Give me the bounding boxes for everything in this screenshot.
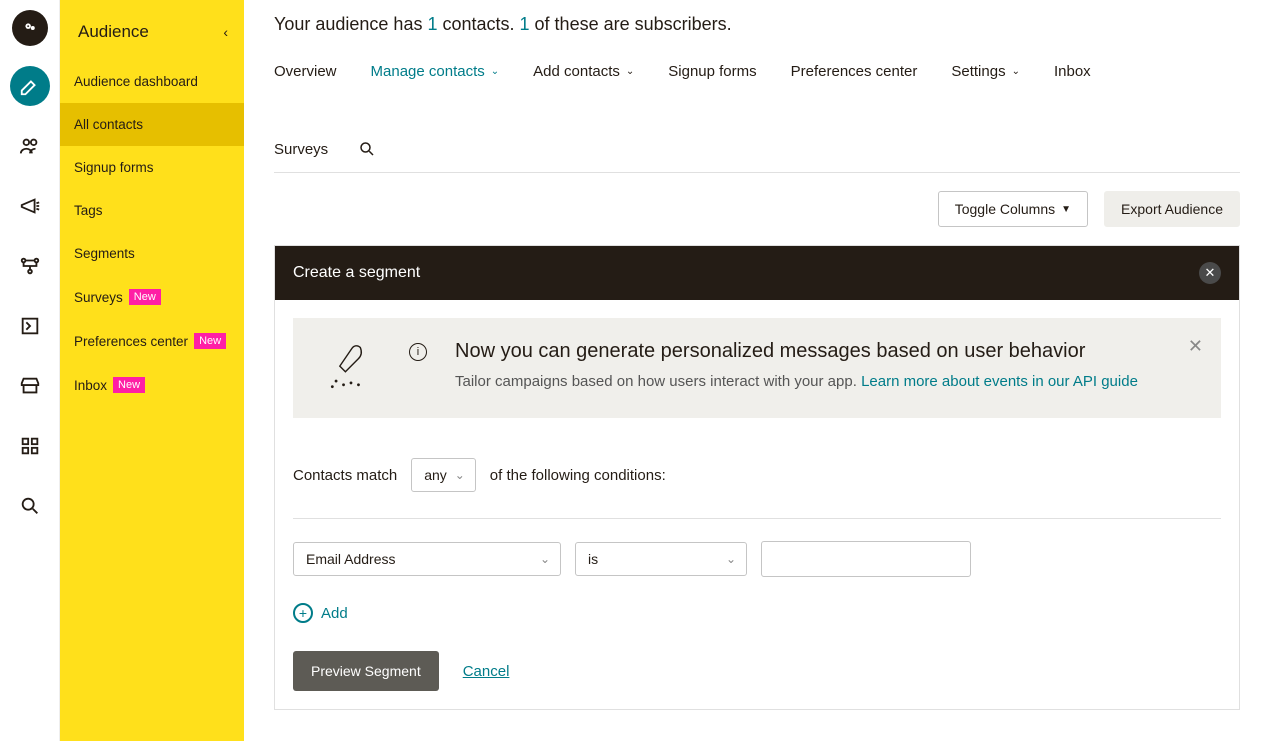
contacts-count: 1 bbox=[427, 14, 437, 34]
sidebar-item-label: All contacts bbox=[74, 117, 143, 132]
tab-search[interactable] bbox=[358, 130, 376, 172]
preview-segment-button[interactable]: Preview Segment bbox=[293, 651, 439, 691]
events-info-card: i Now you can generate personalized mess… bbox=[293, 318, 1221, 418]
chevron-down-icon: ▼ bbox=[1061, 204, 1071, 215]
divider bbox=[293, 518, 1221, 519]
nav-audience[interactable] bbox=[10, 126, 50, 166]
nav-create[interactable] bbox=[10, 66, 50, 106]
sidebar-item-preferences-center[interactable]: Preferences center New bbox=[60, 319, 244, 363]
search-icon bbox=[358, 140, 376, 158]
audience-headline: Your audience has 1 contacts. 1 of these… bbox=[274, 14, 1240, 35]
tab-signup-forms[interactable]: Signup forms bbox=[668, 53, 756, 94]
mailchimp-logo-icon bbox=[19, 17, 41, 39]
learn-more-link[interactable]: Learn more about events in our API guide bbox=[861, 373, 1138, 390]
sidebar-item-label: Signup forms bbox=[74, 160, 154, 175]
sidebar-item-tags[interactable]: Tags bbox=[60, 189, 244, 232]
sidebar-item-all-contacts[interactable]: All contacts bbox=[60, 103, 244, 146]
sidebar-item-segments[interactable]: Segments bbox=[60, 232, 244, 275]
sidebar-item-inbox[interactable]: Inbox New bbox=[60, 363, 244, 407]
chevron-down-icon: ⌄ bbox=[626, 66, 634, 77]
plus-icon: + bbox=[293, 603, 313, 623]
new-badge: New bbox=[129, 289, 161, 305]
chevron-down-icon: ⌄ bbox=[1012, 66, 1020, 77]
cancel-link[interactable]: Cancel bbox=[463, 663, 510, 680]
nav-content[interactable] bbox=[10, 366, 50, 406]
conditions-suffix-label: of the following conditions: bbox=[490, 467, 666, 484]
page-icon bbox=[19, 315, 41, 337]
sidebar-item-label: Inbox bbox=[74, 378, 107, 393]
info-icon: i bbox=[409, 343, 427, 361]
add-condition-button[interactable]: + Add bbox=[293, 603, 1221, 623]
panel-title: Create a segment bbox=[293, 264, 420, 282]
sidebar-item-signup-forms[interactable]: Signup forms bbox=[60, 146, 244, 189]
nav-search[interactable] bbox=[10, 486, 50, 526]
contacts-icon bbox=[19, 135, 41, 157]
contacts-match-label: Contacts match bbox=[293, 467, 397, 484]
new-badge: New bbox=[194, 333, 226, 349]
sidebar-title: Audience bbox=[78, 22, 149, 42]
logo[interactable] bbox=[12, 10, 48, 46]
tab-manage-contacts[interactable]: Manage contacts⌄ bbox=[371, 53, 500, 94]
illustration-hand-icon bbox=[321, 340, 381, 396]
subscribers-count: 1 bbox=[520, 14, 530, 34]
nav-automations[interactable] bbox=[10, 246, 50, 286]
sidebar-item-surveys[interactable]: Surveys New bbox=[60, 275, 244, 319]
collapse-sidebar-icon[interactable]: ‹ bbox=[223, 24, 228, 40]
close-panel-button[interactable]: ✕ bbox=[1199, 262, 1221, 284]
nav-website[interactable] bbox=[10, 306, 50, 346]
sidebar-item-label: Tags bbox=[74, 203, 103, 218]
tab-add-contacts[interactable]: Add contacts⌄ bbox=[533, 53, 634, 94]
tab-inbox[interactable]: Inbox bbox=[1054, 53, 1091, 94]
chevron-down-icon: ⌄ bbox=[491, 66, 499, 77]
journeys-icon bbox=[19, 255, 41, 277]
nav-integrations[interactable] bbox=[10, 426, 50, 466]
export-audience-button[interactable]: Export Audience bbox=[1104, 191, 1240, 227]
pencil-icon bbox=[19, 75, 41, 97]
sidebar-item-label: Audience dashboard bbox=[74, 74, 198, 89]
condition-field-select[interactable]: Email Address bbox=[293, 542, 561, 576]
toggle-columns-button[interactable]: Toggle Columns ▼ bbox=[938, 191, 1088, 227]
tab-overview[interactable]: Overview bbox=[274, 53, 337, 94]
tab-surveys[interactable]: Surveys bbox=[274, 131, 328, 172]
sidebar: Audience ‹ Audience dashboard All contact… bbox=[60, 0, 244, 741]
create-segment-panel: Create a segment ✕ i Now you can generat… bbox=[274, 245, 1240, 710]
sidebar-item-audience-dashboard[interactable]: Audience dashboard bbox=[60, 60, 244, 103]
store-icon bbox=[19, 375, 41, 397]
condition-operator-select[interactable]: is bbox=[575, 542, 747, 576]
apps-icon bbox=[19, 435, 41, 457]
icon-rail bbox=[0, 0, 60, 741]
tab-settings[interactable]: Settings⌄ bbox=[951, 53, 1020, 94]
tabs: Overview Manage contacts⌄ Add contacts⌄ Sig… bbox=[274, 53, 1240, 173]
megaphone-icon bbox=[19, 195, 41, 217]
info-heading: Now you can generate personalized messag… bbox=[455, 340, 1138, 363]
condition-value-input[interactable] bbox=[761, 541, 971, 577]
new-badge: New bbox=[113, 377, 145, 393]
info-body: Tailor campaigns based on how users inte… bbox=[455, 371, 1138, 394]
tab-preferences-center[interactable]: Preferences center bbox=[791, 53, 918, 94]
sidebar-item-label: Surveys bbox=[74, 290, 123, 305]
dismiss-info-button[interactable]: ✕ bbox=[1188, 336, 1203, 357]
search-icon bbox=[19, 495, 41, 517]
sidebar-item-label: Segments bbox=[74, 246, 135, 261]
sidebar-item-label: Preferences center bbox=[74, 334, 188, 349]
main-content: Your audience has 1 contacts. 1 of these… bbox=[244, 0, 1268, 741]
nav-campaigns[interactable] bbox=[10, 186, 50, 226]
match-mode-select[interactable]: any bbox=[411, 458, 476, 492]
